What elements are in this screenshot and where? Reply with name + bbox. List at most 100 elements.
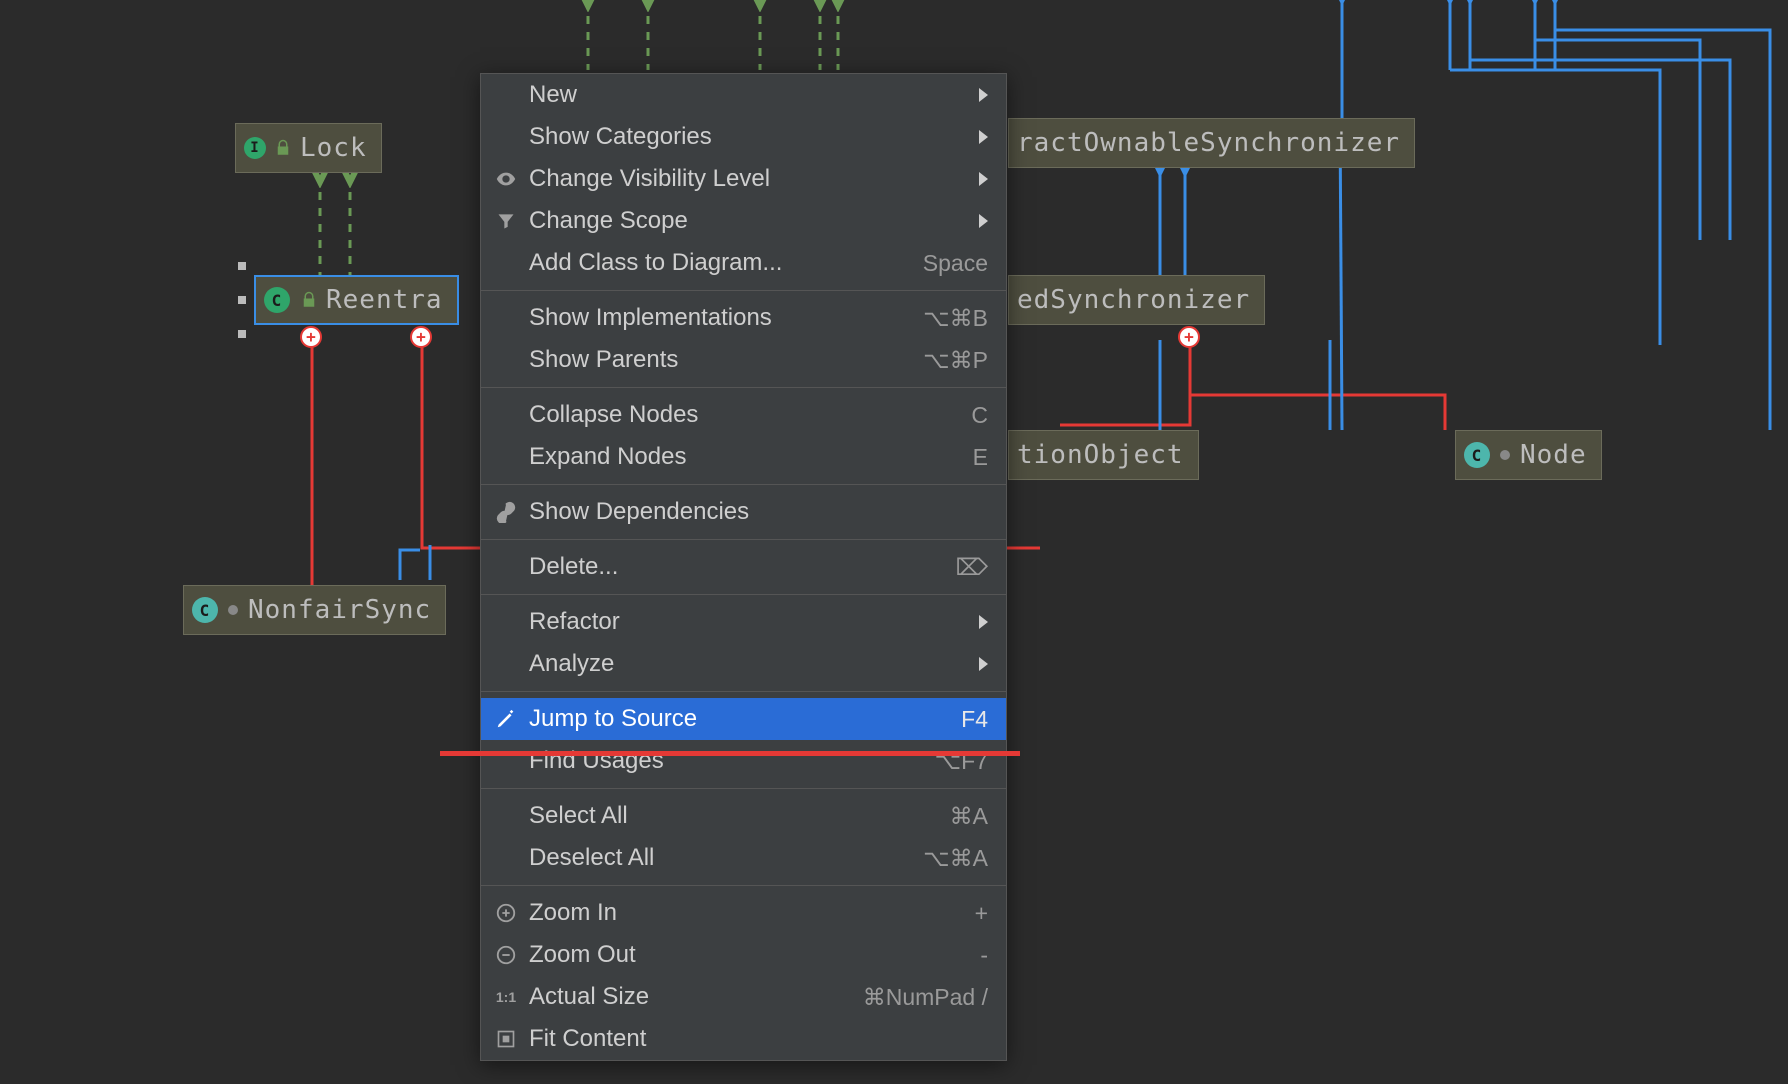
menu-label: Change Visibility Level bbox=[529, 165, 969, 193]
actual-size-icon: 1:1 bbox=[493, 984, 519, 1010]
menu-separator bbox=[481, 484, 1006, 485]
submenu-arrow-icon bbox=[979, 615, 988, 629]
menu-label: New bbox=[529, 81, 969, 109]
plus-anchor-icon[interactable]: + bbox=[1178, 326, 1200, 348]
node-condition-object[interactable]: tionObject bbox=[1008, 430, 1199, 480]
menu-separator bbox=[481, 387, 1006, 388]
menu-separator bbox=[481, 594, 1006, 595]
menu-item-find-usages[interactable]: Find Usages ⌥F7 bbox=[481, 740, 1006, 782]
submenu-arrow-icon bbox=[979, 214, 988, 228]
edit-icon bbox=[493, 706, 519, 732]
filter-icon bbox=[493, 208, 519, 234]
visibility-dot-icon bbox=[228, 605, 238, 615]
class-icon: C bbox=[192, 597, 218, 623]
node-node[interactable]: C Node bbox=[1455, 430, 1602, 480]
menu-separator bbox=[481, 885, 1006, 886]
menu-label: Refactor bbox=[529, 608, 969, 636]
eye-icon bbox=[493, 166, 519, 192]
menu-shortcut: Space bbox=[923, 250, 988, 277]
node-reentrant[interactable]: C Reentra bbox=[254, 275, 459, 325]
menu-item-show-parents[interactable]: Show Parents ⌥⌘P bbox=[481, 339, 1006, 381]
menu-item-select-all[interactable]: Select All ⌘A bbox=[481, 795, 1006, 837]
menu-item-refactor[interactable]: Refactor bbox=[481, 601, 1006, 643]
submenu-arrow-icon bbox=[979, 657, 988, 671]
menu-label: Show Dependencies bbox=[529, 498, 988, 526]
menu-item-zoom-out[interactable]: Zoom Out - bbox=[481, 934, 1006, 976]
node-queued-synchronizer[interactable]: edSynchronizer bbox=[1008, 275, 1265, 325]
menu-item-collapse-nodes[interactable]: Collapse Nodes C bbox=[481, 394, 1006, 436]
link-icon bbox=[493, 499, 519, 525]
menu-separator bbox=[481, 691, 1006, 692]
menu-item-deselect-all[interactable]: Deselect All ⌥⌘A bbox=[481, 837, 1006, 879]
menu-label: Show Categories bbox=[529, 123, 969, 151]
menu-label: Actual Size bbox=[529, 983, 853, 1011]
menu-item-show-implementations[interactable]: Show Implementations ⌥⌘B bbox=[481, 297, 1006, 339]
node-ownable-synchronizer[interactable]: ractOwnableSynchronizer bbox=[1008, 118, 1415, 168]
selection-handle[interactable] bbox=[238, 330, 246, 338]
zoom-out-icon bbox=[493, 942, 519, 968]
submenu-arrow-icon bbox=[979, 88, 988, 102]
menu-label: Expand Nodes bbox=[529, 443, 963, 471]
menu-label: Select All bbox=[529, 802, 940, 830]
menu-shortcut: E bbox=[973, 444, 988, 471]
plus-anchor-icon[interactable]: + bbox=[410, 326, 432, 348]
menu-shortcut: ⌘A bbox=[950, 803, 988, 830]
context-menu: New Show Categories Change Visibility Le… bbox=[480, 73, 1007, 1061]
menu-item-show-dependencies[interactable]: Show Dependencies bbox=[481, 491, 1006, 533]
menu-shortcut: ⌘NumPad / bbox=[863, 984, 988, 1011]
menu-label: Zoom Out bbox=[529, 941, 970, 969]
node-nonfairsync[interactable]: C NonfairSync bbox=[183, 585, 446, 635]
zoom-in-icon bbox=[493, 900, 519, 926]
menu-item-change-visibility[interactable]: Change Visibility Level bbox=[481, 158, 1006, 200]
menu-item-jump-to-source[interactable]: Jump to Source F4 bbox=[481, 698, 1006, 740]
selection-handle[interactable] bbox=[238, 296, 246, 304]
menu-item-delete[interactable]: Delete... ⌦ bbox=[481, 546, 1006, 588]
menu-label: Delete... bbox=[529, 553, 945, 581]
menu-label: Zoom In bbox=[529, 899, 965, 927]
interface-icon: I bbox=[244, 137, 266, 159]
node-label: Node bbox=[1520, 440, 1587, 470]
node-label: edSynchronizer bbox=[1017, 285, 1250, 315]
node-label: ractOwnableSynchronizer bbox=[1017, 128, 1400, 158]
node-label: Reentra bbox=[326, 285, 443, 315]
menu-shortcut: ⌥⌘P bbox=[923, 347, 988, 374]
plus-anchor-icon[interactable]: + bbox=[300, 326, 322, 348]
menu-label: Show Parents bbox=[529, 346, 913, 374]
menu-item-actual-size[interactable]: 1:1 Actual Size ⌘NumPad / bbox=[481, 976, 1006, 1018]
menu-item-fit-content[interactable]: Fit Content bbox=[481, 1018, 1006, 1060]
menu-label: Change Scope bbox=[529, 207, 969, 235]
menu-item-zoom-in[interactable]: Zoom In + bbox=[481, 892, 1006, 934]
menu-shortcut: F4 bbox=[961, 706, 988, 733]
lock-icon bbox=[300, 291, 318, 309]
class-icon: C bbox=[264, 287, 290, 313]
selection-handle[interactable] bbox=[238, 262, 246, 270]
menu-label: Add Class to Diagram... bbox=[529, 249, 913, 277]
menu-shortcut: - bbox=[980, 942, 988, 969]
fit-content-icon bbox=[493, 1026, 519, 1052]
menu-item-new[interactable]: New bbox=[481, 74, 1006, 116]
node-label: NonfairSync bbox=[248, 595, 431, 625]
menu-label: Show Implementations bbox=[529, 304, 913, 332]
menu-item-analyze[interactable]: Analyze bbox=[481, 643, 1006, 685]
menu-item-expand-nodes[interactable]: Expand Nodes E bbox=[481, 436, 1006, 478]
node-label: Lock bbox=[300, 133, 367, 163]
visibility-dot-icon bbox=[1500, 450, 1510, 460]
menu-item-add-class[interactable]: Add Class to Diagram... Space bbox=[481, 242, 1006, 284]
menu-shortcut: + bbox=[975, 900, 988, 927]
menu-shortcut: ⌥⌘A bbox=[923, 845, 988, 872]
menu-shortcut: C bbox=[971, 402, 988, 429]
menu-separator bbox=[481, 539, 1006, 540]
menu-label: Collapse Nodes bbox=[529, 401, 961, 429]
menu-label: Jump to Source bbox=[529, 705, 951, 733]
menu-separator bbox=[481, 788, 1006, 789]
menu-shortcut: ⌥⌘B bbox=[923, 305, 988, 332]
submenu-arrow-icon bbox=[979, 130, 988, 144]
menu-item-show-categories[interactable]: Show Categories bbox=[481, 116, 1006, 158]
node-lock[interactable]: I Lock bbox=[235, 123, 382, 173]
submenu-arrow-icon bbox=[979, 172, 988, 186]
menu-label: Fit Content bbox=[529, 1025, 988, 1053]
menu-item-change-scope[interactable]: Change Scope bbox=[481, 200, 1006, 242]
menu-label: Analyze bbox=[529, 650, 969, 678]
node-label: tionObject bbox=[1017, 440, 1184, 470]
lock-icon bbox=[274, 139, 292, 157]
